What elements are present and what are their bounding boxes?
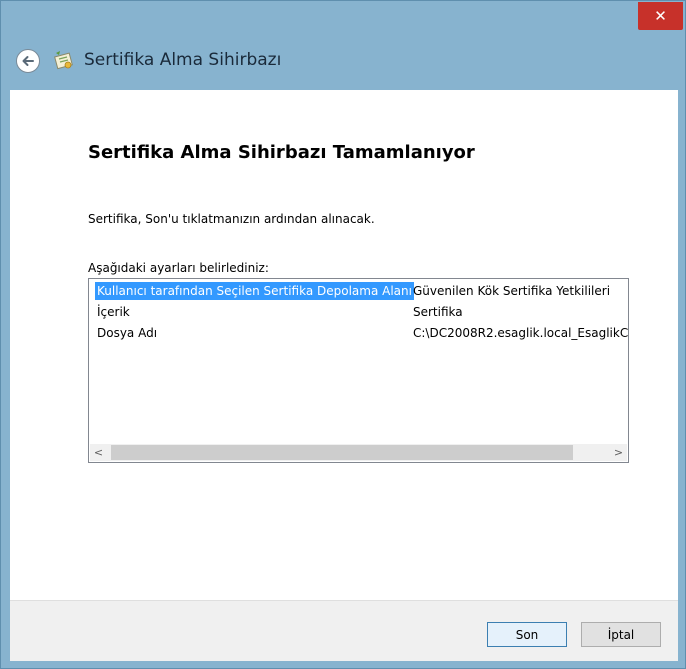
chevron-left-icon: < <box>93 446 104 459</box>
scroll-right-button[interactable]: > <box>610 444 627 461</box>
scrollbar-thumb[interactable] <box>111 445 573 460</box>
list-row-value: C:\DC2008R2.esaglik.local_EsaglikC <box>413 326 629 340</box>
close-button[interactable]: ✕ <box>638 2 683 30</box>
wizard-title: Sertifika Alma Sihirbazı <box>84 50 282 70</box>
wizard-window: ✕ Sertifika Alma Sihirbazı Sertifika Alm… <box>0 0 686 669</box>
page-description: Sertifika, Son'u tıklatmanızın ardından … <box>88 212 375 226</box>
scroll-left-button[interactable]: < <box>90 444 107 461</box>
settings-label: Aşağıdaki ayarları belirlediniz: <box>88 261 269 275</box>
horizontal-scrollbar[interactable]: < > <box>90 444 627 461</box>
page-heading: Sertifika Alma Sihirbazı Tamamlanıyor <box>88 142 475 163</box>
wizard-footer: Son İptal <box>10 600 678 661</box>
back-arrow-icon <box>22 56 34 66</box>
back-button[interactable] <box>16 49 40 73</box>
certificate-wizard-icon <box>54 51 73 70</box>
list-row-key: Dosya Adı <box>97 326 158 340</box>
settings-list[interactable]: Kullanıcı tarafından Seçilen Sertifika D… <box>88 278 629 463</box>
chevron-right-icon: > <box>613 446 624 459</box>
list-row-value: Sertifika <box>413 305 463 319</box>
cancel-button[interactable]: İptal <box>581 622 661 647</box>
list-row-value: Güvenilen Kök Sertifika Yetkilileri <box>413 284 611 298</box>
close-icon: ✕ <box>654 7 667 25</box>
list-row-key: İçerik <box>97 305 130 319</box>
finish-button[interactable]: Son <box>487 622 567 647</box>
wizard-content: Sertifika Alma Sihirbazı Tamamlanıyor Se… <box>10 90 678 600</box>
list-row-key: Kullanıcı tarafından Seçilen Sertifika D… <box>95 282 414 300</box>
